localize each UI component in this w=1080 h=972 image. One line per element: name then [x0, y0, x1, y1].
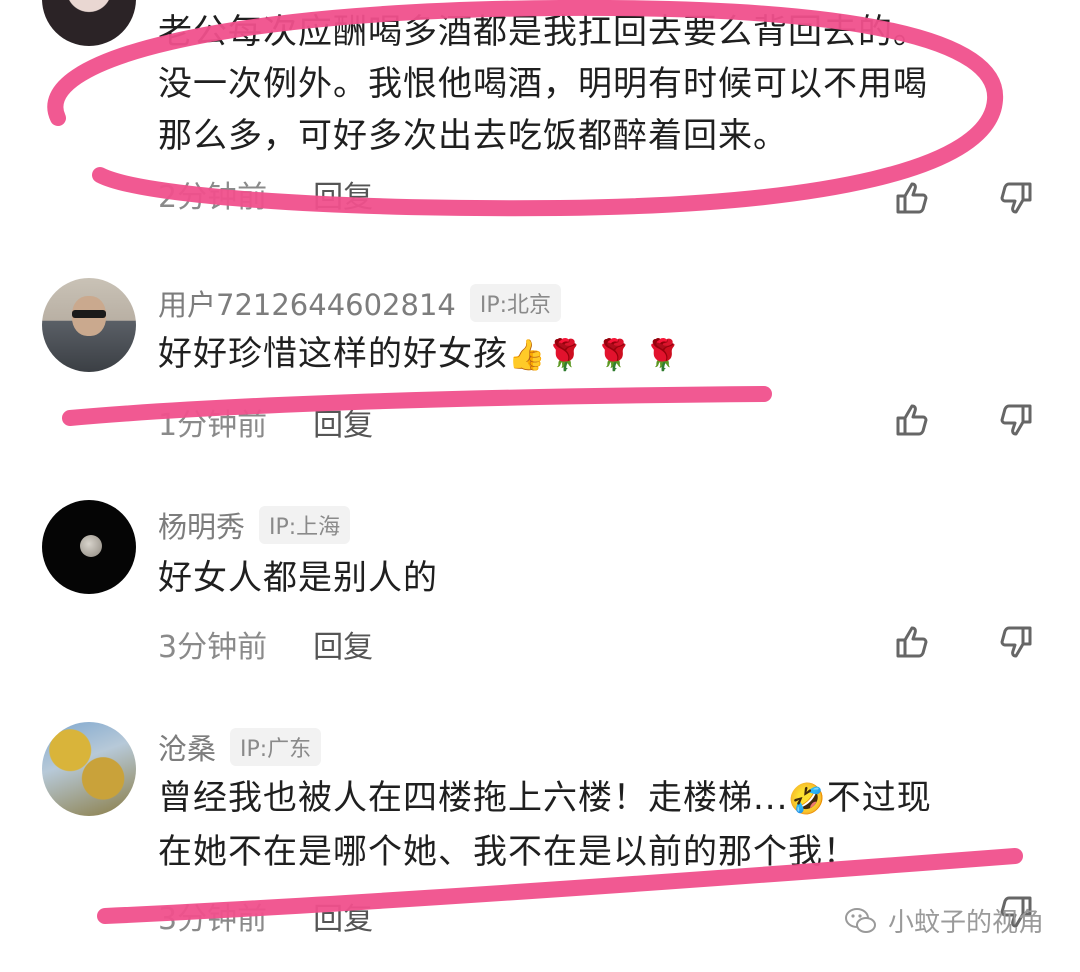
emoji-group: 👍🌹 🌹 🌹	[508, 338, 683, 373]
comment-meta: 3分钟前 回复	[158, 622, 373, 666]
comment-header: 沧桑 IP:广东	[158, 726, 322, 768]
comment-header: 用户7212644602814 IP:北京	[158, 282, 562, 324]
comment-meta: 3分钟前 回复	[158, 894, 373, 938]
reply-button[interactable]: 回复	[313, 622, 373, 666]
username[interactable]: 沧桑	[158, 726, 216, 768]
timestamp: 2分钟前	[158, 180, 268, 215]
avatar[interactable]	[42, 500, 136, 594]
timestamp: 3分钟前	[158, 630, 268, 665]
comment-line: 那么多，可好多次出去吃饭都醉着回来。	[158, 116, 788, 156]
avatar[interactable]	[42, 278, 136, 372]
comment-line: 好女人都是别人的	[158, 558, 438, 598]
ip-badge: IP:上海	[259, 506, 351, 544]
comment-line: 在她不在是哪个她、我不在是以前的那个我！	[158, 832, 858, 872]
avatar[interactable]	[42, 0, 136, 46]
thumbs-down-icon[interactable]	[996, 178, 1036, 218]
thumbs-up-icon[interactable]	[892, 178, 932, 218]
username[interactable]: 杨明秀	[158, 504, 245, 546]
comment-text: 曾经我也被人在四楼拖上六楼！走楼梯...🤣不过现 在她不在是哪个她、我不在是以前…	[158, 772, 932, 878]
thumbs-down-icon[interactable]	[996, 400, 1036, 440]
comment-line: 曾经我也被人在四楼拖上六楼！走楼梯...🤣不过现	[158, 778, 932, 818]
reply-button[interactable]: 回复	[313, 400, 373, 444]
timestamp: 1分钟前	[158, 408, 268, 443]
avatar[interactable]	[42, 722, 136, 816]
watermark: 小蚊子的视角	[844, 902, 1044, 939]
watermark-text: 小蚊子的视角	[887, 908, 1044, 938]
comment-meta: 1分钟前 回复	[158, 400, 373, 444]
reply-button[interactable]: 回复	[313, 172, 373, 216]
comment-meta: 2分钟前 回复	[158, 172, 373, 216]
wechat-icon	[844, 907, 876, 933]
ip-badge: IP:北京	[469, 284, 562, 322]
comment-text: 好好珍惜这样的好女孩👍🌹 🌹 🌹	[158, 328, 683, 382]
comment-text: 老公每次应酬喝多酒都是我扛回去要么背回去的。 没一次例外。我恨他喝酒，明明有时候…	[158, 6, 928, 162]
timestamp: 3分钟前	[158, 902, 268, 937]
comment-header: 杨明秀 IP:上海	[158, 504, 351, 546]
ip-badge: IP:广东	[230, 728, 322, 766]
thumbs-up-icon[interactable]	[892, 400, 932, 440]
reply-button[interactable]: 回复	[313, 894, 373, 938]
comment-line: 没一次例外。我恨他喝酒，明明有时候可以不用喝	[158, 64, 928, 104]
username[interactable]: 用户7212644602814	[158, 282, 456, 324]
rolling-laugh-emoji: 🤣	[788, 782, 827, 817]
thumbs-down-icon[interactable]	[996, 622, 1036, 662]
thumbs-up-icon[interactable]	[892, 622, 932, 662]
comment-line: 好好珍惜这样的好女孩	[158, 334, 508, 374]
comment-line: 老公每次应酬喝多酒都是我扛回去要么背回去的。	[158, 12, 928, 52]
comment-text: 好女人都是别人的	[158, 552, 438, 604]
